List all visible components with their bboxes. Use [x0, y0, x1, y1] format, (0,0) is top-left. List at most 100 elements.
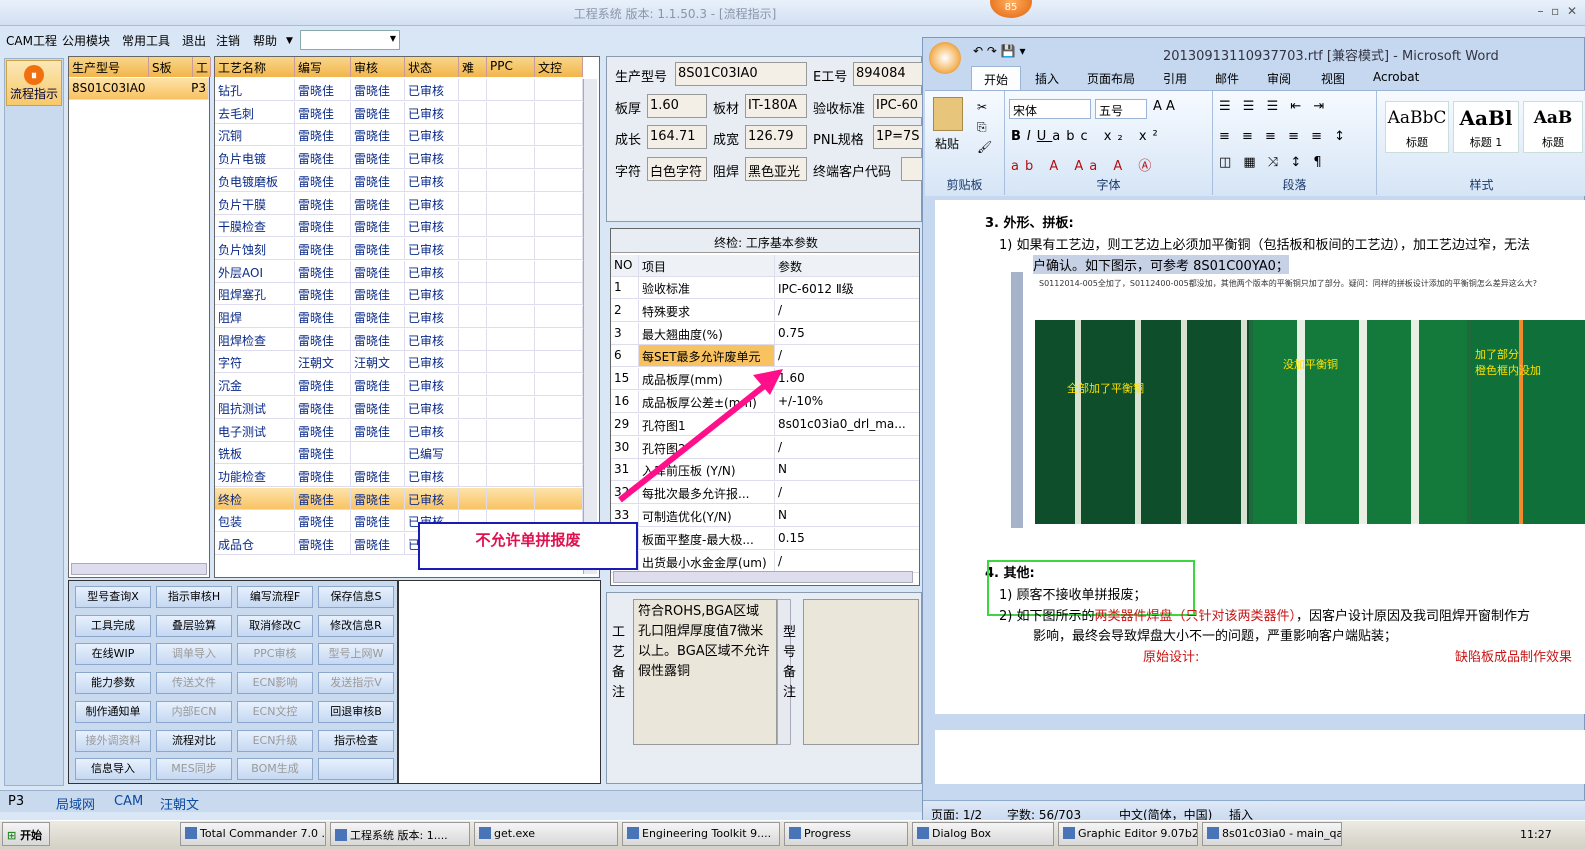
action-button[interactable]: 流程对比	[156, 729, 232, 752]
col-header[interactable]: 编写	[295, 57, 351, 77]
action-button[interactable]: 制作通知单	[75, 700, 151, 723]
tab-insert[interactable]: 插入	[1035, 70, 1059, 87]
cust-field[interactable]	[901, 157, 923, 181]
table-row[interactable]: 负片电镀 雷晓佳 雷晓佳 已审核	[215, 147, 583, 170]
style-heading1[interactable]: AaBl 标题 1	[1453, 101, 1519, 153]
action-button[interactable]: 取消修改C	[237, 614, 313, 637]
col-header[interactable]: 状态	[405, 57, 459, 77]
taskbar-item[interactable]: 工程系统 版本: 1....	[330, 822, 470, 846]
col-header[interactable]: 审核	[351, 57, 405, 77]
action-button[interactable]: 指示检查	[318, 729, 394, 752]
table-row[interactable]: 沉铜 雷晓佳 雷晓佳 已审核	[215, 124, 583, 147]
table-row[interactable]: 电子测试 雷晓佳 雷晓佳 已审核	[215, 419, 583, 442]
menu-combo[interactable]: ▼	[300, 30, 400, 50]
pnl-field[interactable]: 1P=7S	[873, 125, 923, 149]
tab-view[interactable]: 视图	[1321, 70, 1345, 87]
tab-references[interactable]: 引用	[1163, 70, 1187, 87]
col-header-s[interactable]: S板	[149, 57, 193, 77]
action-button[interactable]: 回退审核B	[318, 700, 394, 723]
col-header[interactable]: 难	[459, 57, 487, 77]
col-header[interactable]: PPC	[487, 57, 535, 77]
grow-shrink-icons[interactable]: A A	[1153, 99, 1175, 114]
taskbar-item[interactable]: Total Commander 7.0 ...	[180, 822, 326, 846]
param-header[interactable]: 项目	[639, 255, 775, 277]
action-button[interactable]: MES同步	[156, 758, 232, 781]
col-header-w[interactable]: 工	[193, 57, 211, 77]
table-row[interactable]: 外层AOI 雷晓佳 雷晓佳 已审核	[215, 260, 583, 283]
action-button[interactable]: BOM生成	[237, 758, 313, 781]
table-row[interactable]: 阻抗测试 雷晓佳 雷晓佳 已审核	[215, 396, 583, 419]
list-icons[interactable]: ☰ ☰ ☰ ⇤ ⇥	[1219, 99, 1328, 114]
paste-label[interactable]: 粘贴	[935, 135, 959, 152]
h-scrollbar[interactable]	[613, 571, 913, 583]
taskbar-item[interactable]: Engineering Toolkit 9....	[622, 822, 780, 846]
param-header[interactable]: NO	[611, 255, 639, 277]
table-row[interactable]: 钻孔 雷晓佳 雷晓佳 已审核	[215, 79, 583, 101]
mat-field[interactable]: IT-180A	[745, 94, 807, 118]
table-row[interactable]: 阻焊塞孔 雷晓佳 雷晓佳 已审核	[215, 283, 583, 306]
action-button[interactable]: ECN文控	[237, 700, 313, 723]
tab-p3[interactable]: P3	[8, 794, 24, 809]
taskbar-item[interactable]: Progress	[784, 822, 908, 846]
shading-icons[interactable]: ◫ ▦ ⤨ ↕ ¶	[1219, 155, 1326, 170]
table-row[interactable]: 功能检查 雷晓佳 雷晓佳 已审核	[215, 464, 583, 487]
col-header[interactable]: 文控	[535, 57, 583, 77]
action-button[interactable]: PPC审核	[237, 643, 313, 666]
action-button[interactable]: 编写流程F	[237, 586, 313, 608]
window-controls[interactable]: – ▫ ✕	[1538, 4, 1577, 18]
v-scrollbar[interactable]	[583, 79, 597, 574]
action-button[interactable]: 修改信息R	[318, 614, 394, 637]
tab-cam[interactable]: CAM	[114, 794, 143, 809]
size-select[interactable]: 五号	[1095, 99, 1147, 119]
table-row[interactable]: 去毛刺 雷晓佳 雷晓佳 已审核	[215, 101, 583, 124]
menu-tools[interactable]: 常用工具	[122, 32, 170, 49]
bold-italic-icons[interactable]: BIUabc x₂ x²	[1011, 129, 1164, 144]
eno-field[interactable]: 894084	[853, 62, 923, 86]
action-button[interactable]: 保存信息S	[318, 586, 394, 608]
tab-user[interactable]: 汪朝文	[160, 794, 199, 813]
action-button[interactable]: 工具完成	[75, 614, 151, 637]
action-button[interactable]: 能力参数	[75, 672, 151, 695]
table-row[interactable]: 负片干膜 雷晓佳 雷晓佳 已审核	[215, 192, 583, 215]
param-header[interactable]: 参数	[775, 255, 919, 277]
tab-review[interactable]: 审阅	[1267, 70, 1291, 87]
action-button[interactable]: 叠层验算	[156, 614, 232, 637]
action-button[interactable]: 型号查询X	[75, 586, 151, 608]
h-scrollbar[interactable]	[71, 563, 207, 575]
action-button[interactable]: 指示审核H	[156, 586, 232, 608]
menu-help[interactable]: 帮助	[253, 32, 277, 49]
action-button[interactable]: ECN影响	[237, 672, 313, 695]
align-icons[interactable]: ≡ ≡ ≡ ≡ ≡ ↕	[1219, 129, 1349, 144]
flow-button[interactable]: ⏸ 流程指示	[6, 60, 62, 106]
style-normal[interactable]: AaBbC 标题	[1385, 101, 1449, 153]
char-field[interactable]: 白色字符	[647, 157, 707, 181]
action-button[interactable]: 接外调资料	[75, 729, 151, 752]
mask-field[interactable]: 黑色亚光	[745, 157, 807, 181]
paste-icon[interactable]	[933, 97, 963, 131]
menu-arrow-icon[interactable]: ▼	[286, 36, 293, 46]
action-button[interactable]: 调单导入	[156, 643, 232, 666]
tab-mail[interactable]: 邮件	[1215, 70, 1239, 87]
document-page-2[interactable]	[935, 730, 1585, 784]
table-row[interactable]: 沉金 雷晓佳 雷晓佳 已审核	[215, 374, 583, 397]
menu-public[interactable]: 公用模块	[62, 32, 110, 49]
tab-acrobat[interactable]: Acrobat	[1373, 70, 1419, 84]
remarks-text[interactable]: 符合ROHS,BGA区域孔口阻焊厚度值7微米以上。BGA区域不允许假性露铜	[633, 599, 777, 745]
tab-layout[interactable]: 页面布局	[1087, 70, 1135, 87]
taskbar-item[interactable]: Dialog Box	[912, 822, 1054, 846]
table-row[interactable]: 铣板 雷晓佳 已编写	[215, 442, 583, 465]
action-button[interactable]	[318, 758, 394, 781]
table-row[interactable]: 字符 汪朝文 汪朝文 已审核	[215, 351, 583, 374]
std-field[interactable]: IPC-60	[873, 94, 923, 118]
table-row[interactable]: 8S01C03IA0 P3	[69, 78, 209, 100]
action-button[interactable]: 型号上网W	[318, 643, 394, 666]
menu-logout[interactable]: 注销	[216, 32, 240, 49]
table-row[interactable]: 干膜检查 雷晓佳 雷晓佳 已审核	[215, 215, 583, 238]
font-select[interactable]: 宋体	[1009, 99, 1091, 119]
action-button[interactable]: 发送指示V	[318, 672, 394, 695]
wid-field[interactable]: 126.79	[745, 125, 807, 149]
menu-exit[interactable]: 退出	[182, 32, 206, 49]
taskbar-item[interactable]: 8s01c03ia0 - main_qa	[1202, 822, 1342, 846]
action-button[interactable]: 内部ECN	[156, 700, 232, 723]
office-button[interactable]	[929, 42, 961, 74]
